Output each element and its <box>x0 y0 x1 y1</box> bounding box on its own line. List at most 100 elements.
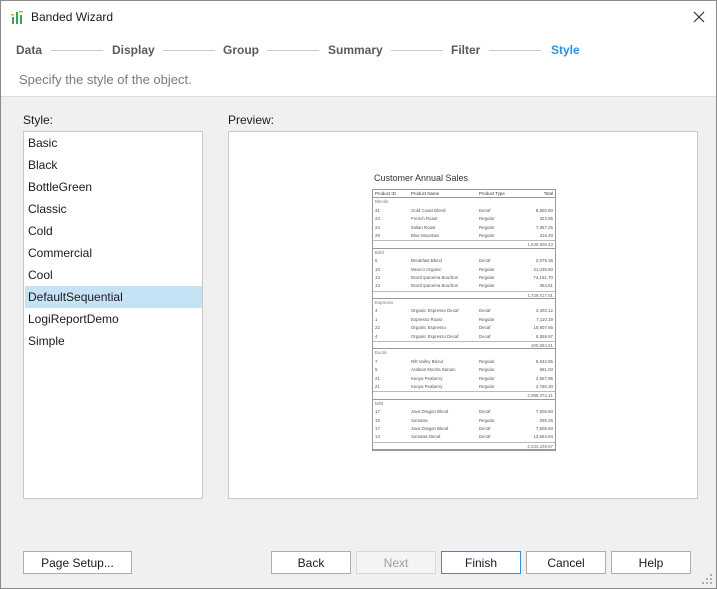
report-data-row: 15 Sumatra Regular 299.25 <box>373 417 555 425</box>
step-connector <box>489 50 541 51</box>
banded-wizard-dialog: Banded Wizard Data Display Group Summary… <box>0 0 717 589</box>
report-title: Customer Annual Sales <box>374 173 469 183</box>
subtotal-cell: 1,639,506.43 <box>527 242 553 248</box>
style-item-bottlegreen[interactable]: BottleGreen <box>25 176 202 198</box>
report-group-row: Bold <box>373 249 555 257</box>
finish-button[interactable]: Finish <box>441 551 521 574</box>
report-cell: 17 <box>375 425 380 431</box>
subtotal-cell: 1,729,017.01 <box>527 292 553 298</box>
style-item-commercial[interactable]: Commercial <box>25 242 202 264</box>
report-data-row: 4 Organic Espresso Decaf Decaf 3,402.12 <box>373 307 555 315</box>
title-bar: Banded Wizard <box>1 1 716 33</box>
report-cell: Arabian Mocha Sanani <box>411 367 456 373</box>
report-cell: Regular <box>479 224 495 230</box>
step-display[interactable]: Display <box>112 43 155 57</box>
report-cell: Java Dragon Blend <box>411 409 449 415</box>
report-cell: 8,559.97 <box>535 333 553 339</box>
cancel-button[interactable]: Cancel <box>526 551 606 574</box>
report-cell: 7,110.19 <box>536 316 553 322</box>
step-filter[interactable]: Filter <box>451 43 480 57</box>
report-cell: Kenya Peaberry <box>411 375 443 381</box>
report-cell: Gold Coast Blend <box>411 207 446 213</box>
report-cell: 681.03 <box>539 367 553 373</box>
report-cell: 8,550.60 <box>535 207 553 213</box>
report-cell: 10,907.65 <box>533 325 553 331</box>
step-data[interactable]: Data <box>16 43 42 57</box>
report-cell: Decaf <box>479 258 491 264</box>
report-cell: Regular <box>479 383 495 389</box>
close-button[interactable] <box>688 7 710 27</box>
report-data-row: 23 French Roast Regular 323.95 <box>373 215 555 223</box>
step-group[interactable]: Group <box>223 43 259 57</box>
report-cell: 15 <box>375 417 380 423</box>
subtotal-cell: 400,684.61 <box>531 343 553 349</box>
step-summary[interactable]: Summary <box>328 43 383 57</box>
report-subtotal-row: 1,639,506.43 <box>373 240 555 249</box>
report-subtotal-row: 400,684.61 <box>373 341 555 350</box>
report-cell: 2,557.95 <box>535 375 553 381</box>
report-cell: 13 <box>375 283 380 289</box>
wizard-subtitle: Specify the style of the object. <box>19 72 192 87</box>
report-cell: 2,780.30 <box>535 383 553 389</box>
subtotal-cell: 2,334,229.67 <box>527 443 553 449</box>
report-cell: Regular <box>479 367 495 373</box>
report-cell: Regular <box>479 266 495 272</box>
report-data-row: 17 Java Dragon Blend Decaf 7,506.60 <box>373 408 555 416</box>
report-data-row: 17 Java Dragon Blend Decaf 7,505.60 <box>373 425 555 433</box>
back-button[interactable]: Back <box>271 551 351 574</box>
group-name-cell: Exotic <box>375 350 387 356</box>
style-item-cool[interactable]: Cool <box>25 264 202 286</box>
style-item-simple[interactable]: Simple <box>25 330 202 352</box>
report-cell: Decaf <box>479 409 491 415</box>
step-style[interactable]: Style <box>551 43 580 57</box>
style-item-defaultsequential[interactable]: DefaultSequential <box>25 286 202 308</box>
wizard-header: Data Display Group Summary Filter Style … <box>1 33 716 97</box>
style-item-classic[interactable]: Classic <box>25 198 202 220</box>
report-cell: 24 <box>375 224 380 230</box>
report-cell: Breakfast Blend <box>411 258 442 264</box>
bar-chart-icon <box>11 9 25 25</box>
report-subtotal-row: 2,098,372.41 <box>373 391 555 400</box>
report-data-row: 13 Brazil Ipanema Bourbon Regular 384.61 <box>373 282 555 290</box>
report-data-row: 6 Breakfast Blend Decaf 2,079.36 <box>373 257 555 265</box>
report-data-row: 31 Gold Coast Blend Decaf 8,550.60 <box>373 207 555 215</box>
report-cell: 3,402.12 <box>535 308 553 314</box>
report-table: Product ID Product Name Product Type Tot… <box>372 189 556 452</box>
report-cell: Sumatra Decaf <box>411 434 441 440</box>
help-button[interactable]: Help <box>611 551 691 574</box>
group-name-cell: Espresso <box>375 300 394 306</box>
report-cell: 74,151.70 <box>533 274 553 280</box>
group-name-cell: Mild <box>375 400 384 406</box>
style-item-cold[interactable]: Cold <box>25 220 202 242</box>
step-connector <box>267 50 319 51</box>
report-cell: 21,035.60 <box>533 266 553 272</box>
header-cell: Product ID <box>375 191 396 196</box>
style-item-black[interactable]: Black <box>25 154 202 176</box>
report-cell: Regular <box>479 417 495 423</box>
report-data-row: 10 Mexico Organic Regular 21,035.60 <box>373 266 555 274</box>
preview-label: Preview: <box>228 113 275 127</box>
resize-grip-icon[interactable] <box>701 573 713 585</box>
report-cell: Brazil Ipanema Bourbon <box>411 274 459 280</box>
style-item-logireportdemo[interactable]: LogiReportDemo <box>25 308 202 330</box>
step-connector <box>51 50 103 51</box>
report-data-row: 14 Sumatra Decaf Decaf 12,664.94 <box>373 433 555 441</box>
report-cell: Blue Mountain <box>411 232 440 238</box>
style-label: Style: <box>23 113 54 127</box>
subtotal-cell: 2,098,372.41 <box>527 393 553 399</box>
style-list[interactable]: Basic Black BottleGreen Classic Cold Com… <box>23 131 203 499</box>
next-button[interactable]: Next <box>356 551 436 574</box>
step-connector <box>163 50 215 51</box>
page-setup-button[interactable]: Page Setup... <box>23 551 132 574</box>
step-connector <box>391 50 443 51</box>
header-cell: Product Name <box>411 191 440 196</box>
report-cell: 10 <box>375 266 380 272</box>
report-cell: 1 <box>375 316 378 322</box>
report-cell: 23 <box>375 216 380 222</box>
report-data-row: 13 Brazil Ipanema Bourbon Regular 74,151.70 <box>373 274 555 282</box>
report-subtotal-row: 1,729,017.01 <box>373 290 555 300</box>
style-item-basic[interactable]: Basic <box>25 132 202 154</box>
report-cell: Espresso Roast <box>411 316 442 322</box>
report-data-row: 1 Espresso Roast Regular 7,110.19 <box>373 316 555 324</box>
report-cell: 7,505.60 <box>535 425 553 431</box>
